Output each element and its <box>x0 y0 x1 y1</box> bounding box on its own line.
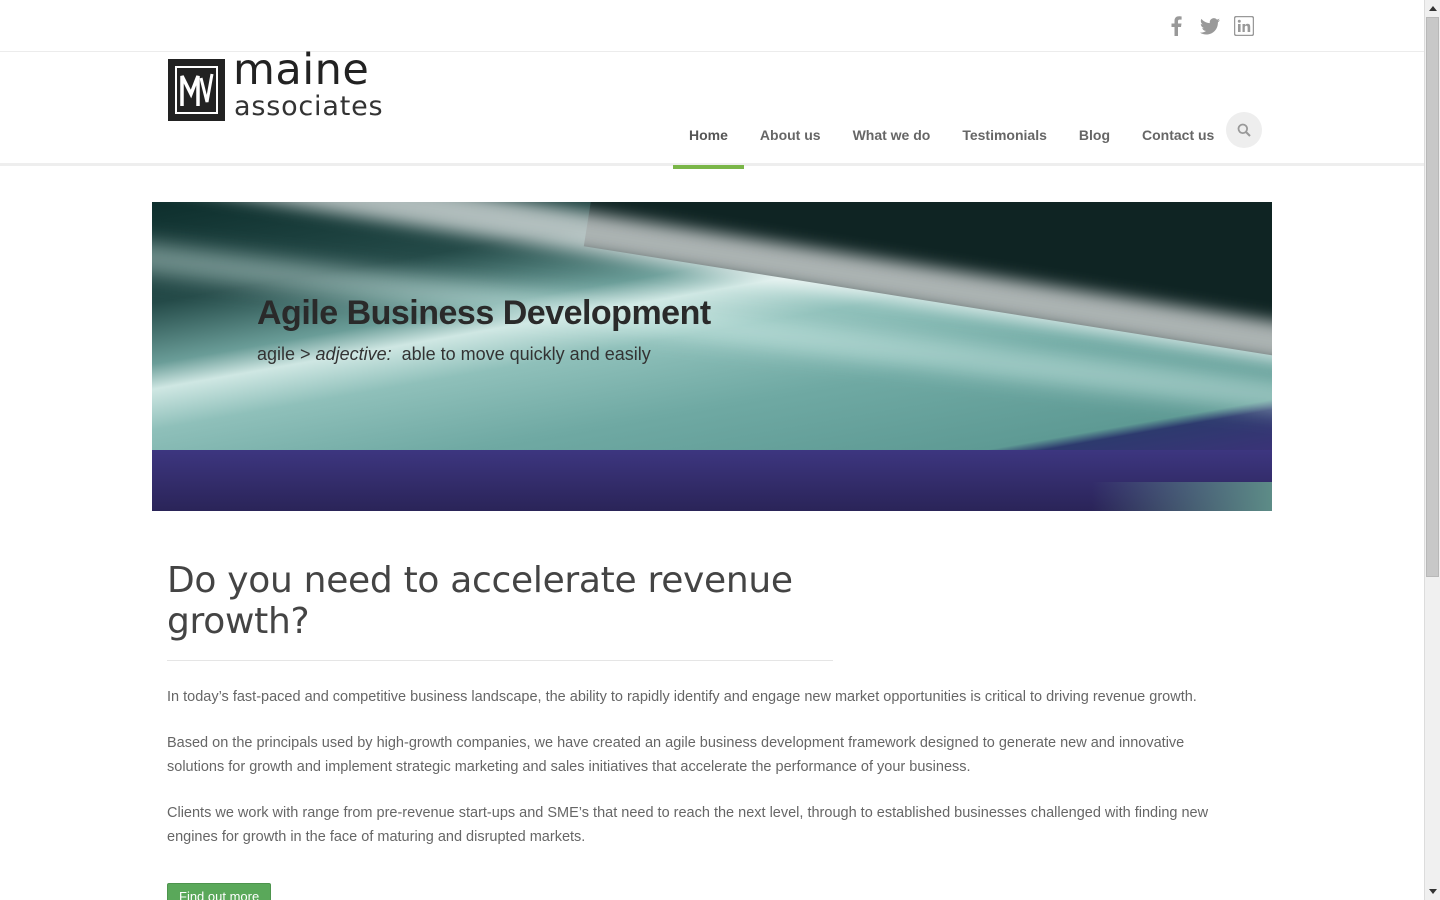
scroll-up-arrow-icon[interactable] <box>1425 0 1440 17</box>
hero-subtitle-em: adjective: <box>315 344 392 364</box>
twitter-icon[interactable] <box>1200 16 1220 36</box>
nav-item-home[interactable]: Home <box>673 53 744 169</box>
social-links <box>1166 16 1254 36</box>
find-out-more-button[interactable]: Find out more <box>167 883 272 900</box>
scroll-down-arrow-icon[interactable] <box>1425 883 1440 900</box>
page: maine associates Home About us What we d… <box>0 0 1424 900</box>
nav-item-contact-us[interactable]: Contact us <box>1126 53 1230 166</box>
hero-subtitle-suffix: able to move quickly and easily <box>391 344 651 364</box>
intro-paragraph: In today’s fast-paced and competitive bu… <box>167 689 1197 705</box>
intro-paragraph: Based on the principals used by high-gro… <box>167 735 1185 775</box>
nav-item-testimonials[interactable]: Testimonials <box>946 53 1063 166</box>
nav-item-about-us[interactable]: About us <box>744 53 837 166</box>
logo-word-associates: associates <box>234 91 384 122</box>
logo-mv-icon <box>180 73 214 106</box>
hero-title: Agile Business Development <box>257 294 711 332</box>
search-icon <box>1237 123 1251 137</box>
search-button[interactable] <box>1226 112 1262 148</box>
nav-item-what-we-do[interactable]: What we do <box>837 53 947 166</box>
logo-mark-icon <box>168 59 225 121</box>
hero-banner: Agile Business Development agile > adjec… <box>152 202 1272 511</box>
hero-subtitle-prefix: agile > <box>257 344 316 364</box>
vertical-scrollbar[interactable] <box>1424 0 1440 900</box>
logo-word-maine: maine <box>233 45 370 95</box>
main-nav: Home About us What we do Testimonials Bl… <box>673 53 1230 169</box>
main-content: Do you need to accelerate revenue growth… <box>167 560 1247 900</box>
site-header: maine associates Home About us What we d… <box>0 49 1424 169</box>
nav-item-blog[interactable]: Blog <box>1063 53 1126 166</box>
logo-mark-frame <box>175 66 218 114</box>
hero-subtitle: agile > adjective: able to move quickly … <box>257 344 651 365</box>
intro-paragraph: Clients we work with range from pre-reve… <box>167 805 1209 845</box>
scrollbar-thumb[interactable] <box>1426 17 1439 577</box>
facebook-icon[interactable] <box>1166 16 1186 36</box>
page-headline: Do you need to accelerate revenue growth… <box>167 560 833 661</box>
hero-platform-edge <box>1092 482 1272 511</box>
linkedin-icon[interactable] <box>1234 16 1254 36</box>
logo[interactable]: maine associates <box>168 49 383 127</box>
top-bar <box>0 0 1424 52</box>
